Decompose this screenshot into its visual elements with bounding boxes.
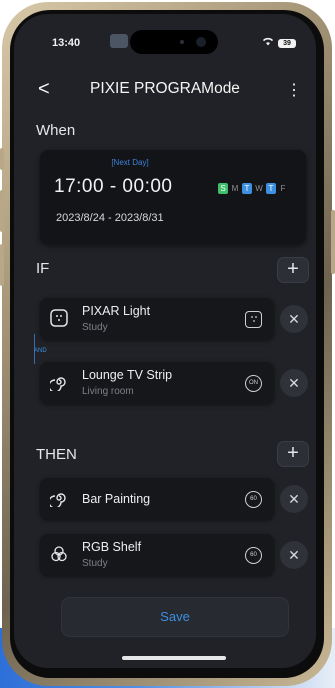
if-device-card[interactable]: Lounge TV Strip Living room ON [40,362,274,404]
device-name: PIXAR Light [82,304,151,318]
if-device-card[interactable]: PIXAR Light Study [40,298,274,340]
status-time: 13:40 [52,37,81,49]
add-if-condition-button[interactable]: + [278,258,308,282]
app-screen: 13:40 39 < PIXIE PROGRAMode ⋮ When [Next… [14,14,316,668]
dynamic-island [130,30,218,54]
device-room: Study [82,322,108,333]
save-button[interactable]: Save [62,598,288,636]
sensor-dot [180,40,184,44]
wifi-icon [262,37,274,49]
device-name: Lounge TV Strip [82,368,173,382]
remove-then-item-button[interactable]: ✕ [280,541,308,569]
weekday-indicators: SMTWTF [218,183,288,194]
more-options-button[interactable]: ⋮ [286,80,302,100]
weekday-indicator: M [231,184,239,193]
weekday-indicator: T [242,183,252,194]
page-title: PIXIE PROGRAMode [90,80,240,97]
app-header: < PIXIE PROGRAMode ⋮ [14,76,316,112]
weekday-indicator: T [266,183,276,194]
date-range: 2023/8/24 - 2023/8/31 [56,212,164,224]
power-button [331,210,335,274]
then-device-card[interactable]: RGB Shelf Study 60 [40,534,274,576]
camera-icon [196,37,206,47]
and-label: AND [34,348,47,354]
brightness-state-icon: 60 [245,491,262,508]
light-panel-icon [50,309,68,327]
side-button [0,148,4,170]
weekday-indicator: W [255,184,263,193]
on-state-icon: ON [245,375,262,392]
time-range: 17:00 - 00:00 [54,176,173,197]
app-thumbnail-icon [110,34,128,48]
next-day-label: [Next Day] [111,158,149,167]
spiral-icon [50,377,66,391]
status-bar: 13:40 39 [14,14,316,58]
remove-if-item-button[interactable]: ✕ [280,305,308,333]
rgb-icon [51,546,67,562]
battery-icon: 39 [278,38,296,48]
brightness-state-icon: 60 [245,547,262,564]
side-button [0,244,4,286]
device-room: Study [82,558,108,569]
status-icons: 39 [262,37,296,49]
home-indicator [122,656,226,660]
schedule-card[interactable]: [Next Day] 17:00 - 00:00 SMTWTF 2023/8/2… [40,150,306,244]
device-name: Bar Painting [82,492,151,506]
remove-then-item-button[interactable]: ✕ [280,485,308,513]
side-button [0,190,4,232]
if-section-title: IF [36,260,50,277]
then-section-title: THEN [36,446,77,463]
then-device-card[interactable]: Bar Painting 60 [40,478,274,520]
when-section-title: When [36,122,76,139]
device-room: Living room [82,386,134,397]
light-state-icon [245,311,262,328]
spiral-icon [50,493,66,507]
device-name: RGB Shelf [82,540,142,554]
weekday-indicator: S [218,183,228,194]
remove-if-item-button[interactable]: ✕ [280,369,308,397]
add-then-action-button[interactable]: + [278,442,308,466]
weekday-indicator: F [280,184,286,193]
